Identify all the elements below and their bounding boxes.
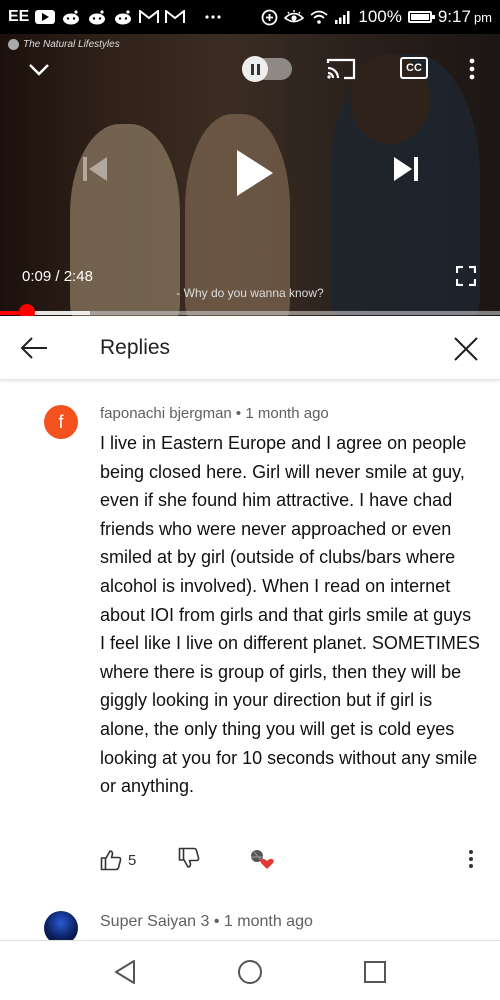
battery-fill xyxy=(410,14,429,20)
thumbs-down-icon xyxy=(178,847,200,868)
eye-comfort-icon xyxy=(284,9,305,25)
clock-suffix: pm xyxy=(473,9,492,25)
back-button[interactable] xyxy=(20,336,48,360)
more-vertical-icon xyxy=(469,850,473,868)
chevron-down-icon xyxy=(29,64,49,76)
arrow-back-icon xyxy=(20,337,47,359)
watermark-logo-icon xyxy=(8,39,19,50)
minimize-button[interactable] xyxy=(26,60,52,80)
comment-age: 1 month ago xyxy=(245,405,329,422)
like-button[interactable]: 5 xyxy=(100,849,136,871)
reply-author[interactable]: Super Saiyan 3 xyxy=(100,913,209,930)
nav-back-button[interactable] xyxy=(111,958,139,986)
close-icon xyxy=(454,337,478,361)
reddit-icon xyxy=(113,9,133,25)
cast-button[interactable] xyxy=(326,56,356,82)
like-count: 5 xyxy=(128,851,137,869)
reply-meta: Super Saiyan 3 • 1 month ago xyxy=(100,913,313,931)
reddit-icon xyxy=(61,9,81,25)
avatar-letter: f xyxy=(58,411,64,432)
watermark-text: The Natural Lifestyles xyxy=(23,39,120,50)
status-right: 100% 9:17 pm xyxy=(261,7,492,27)
status-bar: EE 100% 9:17 pm xyxy=(0,0,500,34)
wifi-icon xyxy=(310,10,328,24)
next-button[interactable] xyxy=(390,154,422,184)
comment-more-button[interactable] xyxy=(468,847,482,871)
autoplay-toggle[interactable] xyxy=(242,56,292,82)
reddit-icon xyxy=(87,9,107,25)
status-left: EE xyxy=(8,8,221,26)
clock: 9:17 xyxy=(437,7,471,26)
battery-icon xyxy=(407,11,435,23)
play-button[interactable] xyxy=(232,146,278,200)
close-button[interactable] xyxy=(452,335,480,363)
captions-label: CC xyxy=(406,62,422,74)
duration: 2:48 xyxy=(63,268,93,285)
dislike-button[interactable] xyxy=(178,847,200,869)
comment-text: I live in Eastern Europe and I agree on … xyxy=(100,433,480,797)
nav-home-button[interactable] xyxy=(236,958,264,986)
reply-age: 1 month ago xyxy=(223,913,313,930)
creator-heart-icon xyxy=(251,850,274,869)
previous-button[interactable] xyxy=(80,154,110,184)
replies-title: Replies xyxy=(100,336,171,359)
captions-button[interactable]: CC xyxy=(400,57,428,79)
data-saver-icon xyxy=(261,9,278,26)
fullscreen-icon xyxy=(456,266,476,286)
video-player[interactable]: The Natural Lifestyles CC 0:09 / 2:48 - … xyxy=(0,34,500,316)
more-vertical-icon xyxy=(469,58,475,80)
subtitle-text: - Why do you wanna know? xyxy=(176,286,324,300)
carrier-label: EE xyxy=(8,8,30,25)
cast-icon xyxy=(326,58,356,80)
gmail-icon xyxy=(165,10,186,24)
circle-home-icon xyxy=(238,960,262,984)
video-more-button[interactable] xyxy=(462,54,482,84)
signal-icon xyxy=(334,10,352,24)
watermark: The Natural Lifestyles xyxy=(8,39,120,50)
skip-previous-icon xyxy=(83,157,107,181)
meta-separator: • xyxy=(231,405,246,422)
pause-icon xyxy=(242,56,268,82)
thumbs-up-icon xyxy=(100,850,122,871)
meta-separator: • xyxy=(209,913,224,930)
play-icon xyxy=(237,150,273,196)
battery-percent: 100% xyxy=(358,7,402,26)
youtube-icon xyxy=(35,10,56,24)
progress-buffered xyxy=(27,311,90,315)
creator-heart-badge xyxy=(248,847,276,871)
nav-recents-button[interactable] xyxy=(361,958,389,986)
progress-bar[interactable] xyxy=(0,311,500,315)
skip-next-icon xyxy=(394,157,418,181)
gmail-icon xyxy=(139,10,160,24)
comment-actions: 5 xyxy=(100,847,490,873)
square-recents-icon xyxy=(364,961,386,983)
avatar[interactable]: f xyxy=(44,405,78,439)
system-navigation-bar xyxy=(0,940,500,1000)
playback-time: 0:09 / 2:48 xyxy=(22,268,93,285)
fullscreen-button[interactable] xyxy=(456,266,476,286)
triangle-back-icon xyxy=(115,960,135,984)
current-time: 0:09 xyxy=(22,268,52,285)
comment-author[interactable]: faponachi bjergman xyxy=(100,405,232,422)
comment-meta: faponachi bjergman • 1 month ago xyxy=(100,405,329,422)
time-separator: / xyxy=(51,268,64,285)
replies-header: Replies xyxy=(0,316,500,380)
more-notifications-icon xyxy=(205,15,221,19)
